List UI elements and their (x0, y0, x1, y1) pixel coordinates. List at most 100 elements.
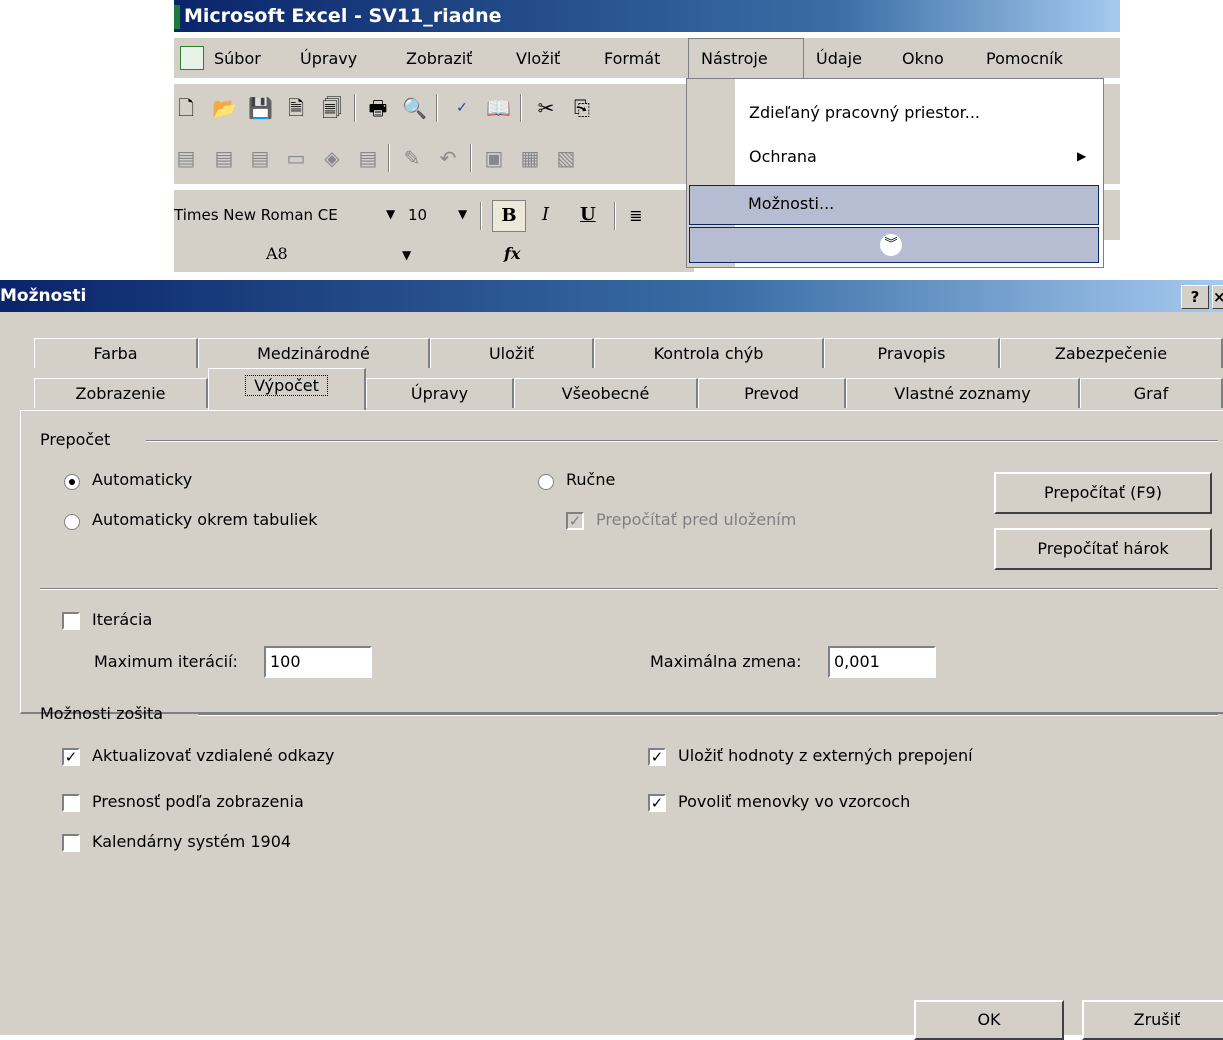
underline-button[interactable]: U (580, 204, 596, 225)
precision-as-displayed-checkbox[interactable] (62, 794, 80, 812)
tab-general[interactable]: Všeobecné (514, 378, 698, 408)
research-icon[interactable]: 📖 (486, 96, 511, 120)
permission-icon[interactable]: 🗎 (284, 96, 308, 120)
recalc-group-label: Prepočet (40, 430, 111, 449)
print-icon[interactable]: 🖶 (366, 96, 390, 120)
manual-label: Ručne (566, 470, 616, 489)
automatic-label: Automaticky (92, 470, 193, 489)
tab-international[interactable]: Medzinárodné (198, 338, 430, 368)
calc-now-button[interactable]: Prepočítať (F9) (994, 472, 1212, 514)
cancel-button[interactable]: Zrušiť (1082, 1000, 1223, 1040)
name-box-dropdown-icon[interactable]: ▼ (402, 248, 411, 262)
menu-item-protection[interactable]: Ochrana (749, 147, 817, 166)
save-external-values-checkbox[interactable]: ✓ (648, 748, 666, 766)
menu-item-options-label: Možnosti... (748, 194, 835, 213)
excel-icon (174, 4, 180, 29)
help-button[interactable]: ? (1181, 285, 1209, 309)
iteration-label: Iterácia (92, 610, 153, 629)
track-changes-icon[interactable]: ▣ (482, 146, 506, 170)
name-box[interactable]: A8 (266, 244, 288, 263)
review-icon[interactable]: ▤ (174, 146, 198, 170)
insert-function-icon[interactable]: fx (504, 244, 520, 263)
ok-button[interactable]: OK (914, 1000, 1064, 1040)
update-remote-refs-label: Aktualizovať vzdialené odkazy (92, 746, 335, 765)
recalc-before-save-checkbox[interactable]: ✓ (566, 512, 584, 530)
tab-error-checking[interactable]: Kontrola chýb (594, 338, 824, 368)
date-1904-checkbox[interactable] (62, 834, 80, 852)
manual-radio[interactable] (538, 474, 554, 490)
menu-item-shared-workspace[interactable]: Zdieľaný pracovný priestor... (749, 103, 980, 122)
tab-chart[interactable]: Graf (1080, 378, 1223, 408)
tab-save[interactable]: Uložiť (430, 338, 594, 368)
tab-spelling[interactable]: Pravopis (824, 338, 1000, 368)
tab-security[interactable]: Zabezpečenie (1000, 338, 1223, 368)
toolbar-separator (614, 202, 616, 230)
ink-icon[interactable]: ✎ (400, 146, 424, 170)
show-all-comments-icon[interactable]: ◈ (320, 146, 344, 170)
submenu-arrow-icon: ▶ (1077, 149, 1087, 163)
print-preview-icon[interactable]: 🔍 (402, 96, 427, 120)
send-icon[interactable]: ▧ (554, 146, 578, 170)
font-size-dropdown-icon[interactable]: ▼ (458, 207, 467, 221)
menu-tools-open[interactable]: Nástroje (688, 38, 804, 78)
workbook-icon[interactable] (180, 46, 204, 70)
excel-title: Microsoft Excel - SV11_riadne (184, 5, 502, 27)
iteration-checkbox[interactable] (62, 612, 80, 630)
menu-help[interactable]: Pomocník (986, 46, 1063, 72)
menu-data[interactable]: Údaje (816, 46, 862, 72)
save-external-values-label: Uložiť hodnoty z externých prepojení (678, 746, 973, 765)
tab-edit[interactable]: Úpravy (366, 378, 514, 408)
font-size-box[interactable]: 10 (408, 206, 427, 224)
max-change-input[interactable]: 0,001 (828, 646, 936, 678)
save-icon[interactable]: 💾 (248, 96, 273, 120)
accept-labels-label: Povoliť menovky vo vzorcoch (678, 792, 911, 811)
automatic-except-tables-radio[interactable] (64, 514, 80, 530)
bold-button[interactable]: B (492, 200, 526, 232)
menu-expand-button[interactable]: ︾ (689, 227, 1099, 263)
copy-icon[interactable]: ⎘ (570, 96, 594, 120)
section-divider (40, 588, 1218, 590)
toolbar-separator (354, 94, 356, 122)
italic-button[interactable]: I (542, 204, 549, 225)
automatic-radio[interactable] (64, 474, 80, 490)
menu-format[interactable]: Formát (604, 46, 660, 72)
max-iterations-label: Maximum iterácií: (94, 652, 238, 671)
previous-comment-icon[interactable]: ▤ (212, 146, 236, 170)
tab-custom-lists[interactable]: Vlastné zoznamy (846, 378, 1080, 408)
menu-view[interactable]: Zobraziť (406, 46, 472, 72)
update-remote-refs-checkbox[interactable]: ✓ (62, 748, 80, 766)
menu-tools-label: Nástroje (701, 49, 768, 68)
tab-view[interactable]: Zobrazenie (34, 378, 208, 408)
group-divider (146, 440, 1218, 442)
radio-dot (69, 479, 75, 485)
max-iterations-input[interactable]: 100 (264, 646, 372, 678)
open-folder-icon[interactable]: 📂 (212, 96, 237, 120)
menu-item-options[interactable]: Možnosti... (689, 185, 1099, 225)
update-file-icon[interactable]: ▦ (518, 146, 542, 170)
font-name-dropdown-icon[interactable]: ▼ (386, 207, 395, 221)
close-icon[interactable]: × (1212, 285, 1223, 309)
next-comment-icon[interactable]: ▤ (248, 146, 272, 170)
workbook-options-label: Možnosti zošita (40, 704, 164, 723)
delete-comment-icon[interactable]: ▤ (356, 146, 380, 170)
dialog-title: Možnosti (0, 286, 87, 306)
date-1904-label: Kalendárny systém 1904 (92, 832, 292, 851)
excel-title-bar: Microsoft Excel - SV11_riadne (174, 0, 1120, 32)
new-document-icon[interactable]: 🗋 (174, 96, 198, 120)
menu-file[interactable]: Súbor (214, 46, 261, 72)
tab-transition[interactable]: Prevod (698, 378, 846, 408)
menu-edit[interactable]: Úpravy (300, 46, 357, 72)
menu-insert[interactable]: Vložiť (516, 46, 560, 72)
tab-color[interactable]: Farba (34, 338, 198, 368)
undo-icon[interactable]: ↶ (436, 146, 460, 170)
calc-sheet-button[interactable]: Prepočítať hárok (994, 528, 1212, 570)
align-left-icon[interactable]: ≣ (624, 204, 648, 228)
font-name-box[interactable]: Times New Roman CE (174, 206, 338, 224)
spelling-icon[interactable]: ✓ (450, 96, 474, 120)
show-comment-icon[interactable]: ▭ (284, 146, 308, 170)
cut-icon[interactable]: ✂ (534, 96, 558, 120)
accept-labels-checkbox[interactable]: ✓ (648, 794, 666, 812)
email-icon[interactable]: 🗐 (320, 96, 344, 120)
tab-calculation[interactable]: Výpočet (208, 368, 366, 410)
menu-window[interactable]: Okno (902, 46, 944, 72)
